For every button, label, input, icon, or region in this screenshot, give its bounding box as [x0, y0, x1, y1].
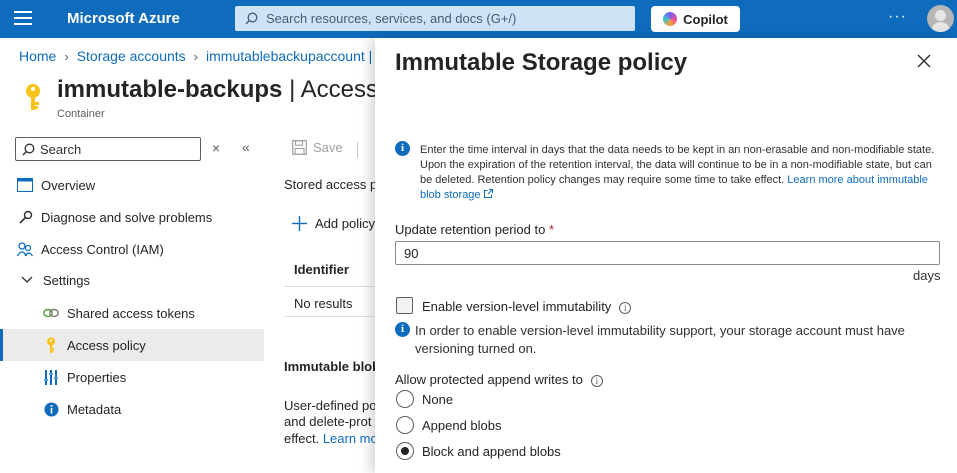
immutable-desc-line: User-defined po: [284, 398, 377, 413]
required-marker: *: [548, 222, 555, 237]
table-divider: [284, 286, 374, 287]
top-bar: Microsoft Azure Copilot ···: [0, 0, 957, 38]
link-icon: [43, 305, 59, 321]
sidebar-item-label: Access policy: [67, 337, 146, 353]
sidebar-item-label: Properties: [67, 369, 127, 385]
version-immutability-label: Enable version-level immutability i: [422, 299, 632, 314]
global-search[interactable]: [235, 6, 635, 31]
close-icon[interactable]: [915, 52, 933, 70]
immutable-desc-line: and delete-prot: [284, 414, 372, 429]
radio-append-blobs-label[interactable]: Append blobs: [422, 418, 502, 433]
immutable-blob-heading: Immutable blob: [284, 359, 381, 374]
menu-icon[interactable]: [14, 11, 32, 27]
retention-unit: days: [913, 268, 941, 283]
info-icon: [43, 401, 59, 417]
nav-search-input[interactable]: [40, 141, 190, 157]
stored-policies-heading: Stored access p: [284, 177, 378, 192]
panel-title: Immutable Storage policy: [395, 49, 688, 76]
search-icon: [22, 143, 35, 155]
info-icon: i: [395, 141, 410, 156]
copilot-label: Copilot: [683, 11, 728, 27]
radio-block-and-append-blobs[interactable]: [396, 442, 414, 460]
save-label: Save: [313, 140, 343, 155]
avatar[interactable]: [927, 5, 954, 32]
search-icon: [245, 12, 258, 25]
external-link-icon: [483, 189, 493, 198]
copilot-icon: [663, 12, 678, 26]
resource-type: Container: [57, 108, 105, 120]
sidebar-item-shared-access-tokens[interactable]: Shared access tokens: [0, 297, 264, 329]
page-title: immutable-backups | Access p: [57, 76, 398, 104]
key-icon: [43, 337, 59, 353]
immutable-policy-panel: Immutable Storage policy i Enter the tim…: [375, 38, 957, 473]
info-icon[interactable]: i: [619, 301, 632, 314]
resource-name: immutable-backups: [57, 76, 283, 103]
copilot-button[interactable]: Copilot: [651, 6, 740, 32]
radio-none-label[interactable]: None: [422, 392, 453, 407]
learn-more-link[interactable]: Learn mo: [323, 431, 378, 446]
breadcrumb: Home › Storage accounts › immutablebacku…: [19, 48, 372, 64]
version-info-text: In order to enable version-level immutab…: [415, 323, 905, 356]
info-icon: i: [395, 322, 410, 337]
toolbar-divider: [357, 142, 358, 158]
identifier-column-header: Identifier: [294, 262, 349, 277]
sidebar-item-label: Diagnose and solve problems: [41, 209, 213, 225]
sidebar-item-settings[interactable]: Settings: [0, 264, 264, 296]
sidebar-item-label: Overview: [41, 177, 96, 193]
save-icon: [292, 140, 307, 155]
radio-none[interactable]: [396, 390, 414, 408]
add-policy-button[interactable]: Add policy: [292, 216, 375, 231]
global-search-input[interactable]: [266, 11, 606, 26]
immutable-desc-text: effect.: [284, 431, 320, 446]
sidebar-item-access-policy[interactable]: Access policy: [0, 329, 264, 361]
collapse-nav-icon[interactable]: «: [242, 139, 250, 155]
retention-info-text: Enter the time interval in days that the…: [420, 143, 940, 203]
sidebar-item-label: Shared access tokens: [67, 305, 195, 321]
append-writes-label: Allow protected append writes to i: [395, 372, 603, 387]
breadcrumb-account[interactable]: immutablebackupaccount |: [206, 48, 372, 64]
sidebar-item-label: Access Control (IAM): [41, 241, 164, 257]
sidebar-item-label: Settings: [43, 272, 90, 288]
sidebar-item-metadata[interactable]: Metadata: [0, 393, 264, 425]
people-icon: [17, 241, 33, 257]
brand-title[interactable]: Microsoft Azure: [67, 10, 180, 27]
chevron-right-icon: ›: [64, 48, 69, 64]
overview-icon: [17, 177, 33, 193]
sidebar-item-diagnose[interactable]: Diagnose and solve problems: [0, 201, 264, 233]
sidebar-item-label: Metadata: [67, 401, 122, 417]
chevron-down-icon: [19, 272, 35, 288]
key-icon: [26, 84, 40, 110]
no-results-text: No results: [294, 296, 353, 311]
properties-icon: [43, 369, 59, 385]
radio-block-and-append-blobs-label[interactable]: Block and append blobs: [422, 444, 561, 459]
save-button[interactable]: Save: [292, 140, 343, 155]
breadcrumb-home[interactable]: Home: [19, 48, 56, 64]
chevron-right-icon: ›: [193, 48, 199, 64]
nav-search[interactable]: [15, 137, 201, 161]
more-options-icon[interactable]: ···: [888, 8, 907, 26]
retention-period-input[interactable]: [395, 241, 940, 265]
version-immutability-checkbox[interactable]: [396, 297, 413, 314]
info-icon[interactable]: i: [590, 374, 603, 387]
radio-append-blobs[interactable]: [396, 416, 414, 434]
retention-label: Update retention period to *: [395, 222, 555, 237]
sidebar-item-iam[interactable]: Access Control (IAM): [0, 233, 264, 265]
breadcrumb-storage-accounts[interactable]: Storage accounts: [77, 48, 186, 64]
table-divider: [284, 316, 374, 317]
sidebar-item-overview[interactable]: Overview: [0, 169, 264, 201]
add-policy-label: Add policy: [315, 216, 375, 231]
clear-search-icon[interactable]: ×: [212, 140, 220, 156]
plus-icon: [292, 216, 307, 231]
wrench-icon: [17, 209, 33, 225]
sidebar-item-properties[interactable]: Properties: [0, 361, 264, 393]
immutable-desc-line: effect. Learn mo: [284, 431, 378, 446]
